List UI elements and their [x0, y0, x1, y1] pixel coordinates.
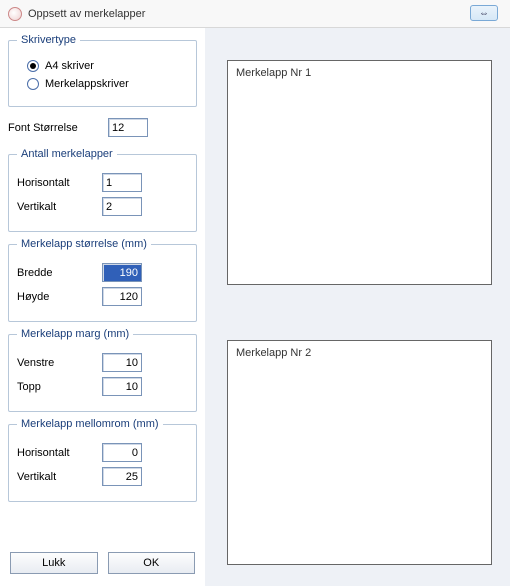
- spacing-vert-label: Vertikalt: [17, 471, 102, 483]
- size-width-row: Bredde: [17, 263, 188, 282]
- spacing-vert-row: Vertikalt: [17, 467, 188, 486]
- count-horiz-label: Horisontalt: [17, 177, 102, 189]
- count-horiz-input[interactable]: [102, 173, 142, 192]
- margin-top-input[interactable]: [102, 377, 142, 396]
- margin-top-label: Topp: [17, 381, 102, 393]
- margin-left-row: Venstre: [17, 353, 188, 372]
- size-height-row: Høyde: [17, 287, 188, 306]
- font-size-row: Font Størrelse: [8, 118, 197, 137]
- titlebar: Oppsett av merkelapper ⇔: [0, 0, 510, 28]
- margin-top-row: Topp: [17, 377, 188, 396]
- label-size-legend: Merkelapp størrelse (mm): [17, 238, 151, 250]
- close-button[interactable]: Lukk: [10, 552, 98, 574]
- radio-labelprinter-row[interactable]: Merkelappskriver: [27, 78, 188, 90]
- preview-label-1-text: Merkelapp Nr 1: [236, 67, 311, 79]
- printer-type-group: Skrivertype A4 skriver Merkelappskriver: [8, 34, 197, 107]
- margin-left-label: Venstre: [17, 357, 102, 369]
- expand-icon[interactable]: ⇔: [470, 5, 498, 21]
- size-width-input[interactable]: [102, 263, 142, 282]
- label-margin-legend: Merkelapp marg (mm): [17, 328, 133, 340]
- settings-panel: Skrivertype A4 skriver Merkelappskriver …: [0, 28, 205, 586]
- label-spacing-group: Merkelapp mellomrom (mm) Horisontalt Ver…: [8, 418, 197, 502]
- label-count-group: Antall merkelapper Horisontalt Vertikalt: [8, 148, 197, 232]
- preview-label-1: Merkelapp Nr 1: [227, 60, 492, 285]
- radio-labelprinter[interactable]: [27, 78, 39, 90]
- spacing-vert-input[interactable]: [102, 467, 142, 486]
- label-spacing-legend: Merkelapp mellomrom (mm): [17, 418, 163, 430]
- preview-label-2-text: Merkelapp Nr 2: [236, 347, 311, 359]
- ok-button[interactable]: OK: [108, 552, 196, 574]
- spacing-horiz-input[interactable]: [102, 443, 142, 462]
- count-horiz-row: Horisontalt: [17, 173, 188, 192]
- radio-labelprinter-label: Merkelappskriver: [45, 78, 129, 90]
- preview-panel: Merkelapp Nr 1 Merkelapp Nr 2: [205, 28, 510, 586]
- size-width-label: Bredde: [17, 267, 102, 279]
- count-vert-row: Vertikalt: [17, 197, 188, 216]
- label-size-group: Merkelapp størrelse (mm) Bredde Høyde: [8, 238, 197, 322]
- window-title: Oppsett av merkelapper: [28, 8, 145, 20]
- radio-a4-label: A4 skriver: [45, 60, 94, 72]
- dialog-buttons: Lukk OK: [8, 548, 197, 580]
- app-icon: [8, 7, 22, 21]
- count-vert-label: Vertikalt: [17, 201, 102, 213]
- label-count-legend: Antall merkelapper: [17, 148, 117, 160]
- spacing-horiz-row: Horisontalt: [17, 443, 188, 462]
- font-size-input[interactable]: [108, 118, 148, 137]
- spacing-horiz-label: Horisontalt: [17, 447, 102, 459]
- size-height-label: Høyde: [17, 291, 102, 303]
- radio-dot-icon: [30, 63, 36, 69]
- count-vert-input[interactable]: [102, 197, 142, 216]
- printer-type-legend: Skrivertype: [17, 34, 80, 46]
- radio-a4[interactable]: [27, 60, 39, 72]
- client-area: Skrivertype A4 skriver Merkelappskriver …: [0, 28, 510, 586]
- size-height-input[interactable]: [102, 287, 142, 306]
- label-margin-group: Merkelapp marg (mm) Venstre Topp: [8, 328, 197, 412]
- double-arrow-glyph: ⇔: [479, 8, 489, 19]
- font-size-label: Font Størrelse: [8, 122, 108, 134]
- preview-label-2: Merkelapp Nr 2: [227, 340, 492, 565]
- margin-left-input[interactable]: [102, 353, 142, 372]
- radio-a4-row[interactable]: A4 skriver: [27, 60, 188, 72]
